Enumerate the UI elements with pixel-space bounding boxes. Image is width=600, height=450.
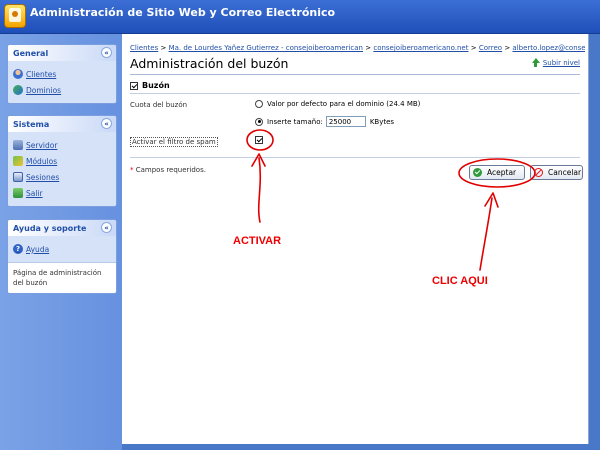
sidebar-item-modulos[interactable]: Módulos	[13, 153, 111, 169]
quota-size-label: Inserte tamaño:	[267, 117, 323, 126]
collapse-icon[interactable]: «	[101, 118, 112, 129]
panel-ayuda: Ayuda y soporte « ? Ayuda Página de admi…	[7, 219, 117, 294]
server-icon	[13, 140, 23, 150]
section-divider	[130, 93, 580, 94]
app-logo-icon	[4, 4, 26, 28]
breadcrumb-link-mailbox[interactable]: alberto.lopez@consejoiberoamericano.net	[512, 44, 585, 52]
quota-label: Cuota del buzón	[130, 101, 188, 109]
spam-filter-label: Activar el filtro de spam	[130, 137, 218, 147]
sidebar-item-servidor[interactable]: Servidor	[13, 137, 111, 153]
user-icon	[13, 69, 23, 79]
sidebar-item-sesiones[interactable]: Sesiones	[13, 169, 111, 185]
domain-icon	[13, 85, 23, 95]
up-level-link[interactable]: Subir nivel	[531, 58, 580, 67]
panel-general: General « Clientes Dominios	[7, 44, 117, 104]
help-description: Página de administración del buzón	[8, 262, 116, 293]
panel-sistema-header[interactable]: Sistema «	[8, 116, 116, 132]
breadcrumb-separator: >	[504, 44, 511, 52]
breadcrumb-link-domain[interactable]: consejoiberoamericano.net	[373, 44, 468, 52]
annotation-clic-aqui: CLIC AQUI	[432, 275, 488, 287]
modules-icon	[13, 156, 23, 166]
required-note-text: Campos requeridos.	[135, 166, 206, 174]
cancel-icon	[534, 168, 543, 177]
quota-default-radio[interactable]	[255, 100, 263, 108]
sidebar-item-ayuda[interactable]: ? Ayuda	[13, 241, 111, 257]
sidebar-item-label: Ayuda	[26, 244, 50, 254]
up-arrow-icon	[531, 58, 540, 67]
breadcrumb: Clientes > Ma. de Lourdes Yañez Gutierre…	[130, 44, 585, 52]
quota-size-input[interactable]	[325, 116, 366, 127]
title-bar: Administración de Sitio Web y Correo Ele…	[0, 0, 600, 34]
main-content: Clientes > Ma. de Lourdes Yañez Gutierre…	[122, 34, 589, 444]
quota-default-label: Valor por defecto para el dominio (24.4 …	[267, 100, 421, 108]
breadcrumb-link-clientes[interactable]: Clientes	[130, 44, 158, 52]
spam-filter-checkbox[interactable]	[255, 136, 263, 144]
accept-button[interactable]: Aceptar	[469, 165, 525, 180]
panel-general-title: General	[13, 49, 49, 58]
sessions-icon	[13, 172, 23, 182]
page-title: Administración del buzón	[130, 56, 289, 71]
cancel-label: Cancelar	[548, 168, 582, 177]
sidebar-item-label: Módulos	[26, 156, 58, 166]
quota-size-radio[interactable]	[255, 117, 263, 126]
sidebar-item-label: Clientes	[26, 69, 57, 79]
sidebar-item-salir[interactable]: Salir	[13, 185, 111, 201]
sidebar-item-dominios[interactable]: Dominios	[13, 82, 111, 98]
breadcrumb-link-client[interactable]: Ma. de Lourdes Yañez Gutierrez - consejo…	[169, 44, 363, 52]
breadcrumb-separator: >	[160, 44, 167, 52]
panel-ayuda-header[interactable]: Ayuda y soporte «	[8, 220, 116, 236]
footer-strip	[122, 444, 600, 450]
exit-icon	[13, 188, 23, 198]
sidebar-item-label: Salir	[26, 188, 43, 198]
collapse-icon[interactable]: «	[101, 47, 112, 58]
mailbox-section-label: Buzón	[142, 81, 170, 90]
mailbox-section-header: Buzón	[130, 81, 170, 90]
quota-option-size[interactable]: Inserte tamaño: KBytes	[255, 116, 394, 127]
up-level-label: Subir nivel	[542, 58, 580, 67]
panel-sistema: Sistema « Servidor Módulos Sesiones Sali…	[7, 115, 117, 207]
left-sidebar: General « Clientes Dominios Sistema « Se…	[0, 34, 122, 450]
collapse-icon[interactable]: «	[101, 222, 112, 233]
sidebar-item-label: Dominios	[26, 85, 62, 95]
panel-sistema-title: Sistema	[13, 120, 50, 129]
sidebar-item-label: Sesiones	[26, 172, 60, 182]
quota-option-default[interactable]: Valor por defecto para el dominio (24.4 …	[255, 100, 420, 108]
app-title: Administración de Sitio Web y Correo Ele…	[30, 6, 336, 19]
cancel-button[interactable]: Cancelar	[530, 165, 583, 180]
title-divider	[130, 74, 580, 75]
breadcrumb-separator: >	[365, 44, 372, 52]
panel-ayuda-title: Ayuda y soporte	[13, 224, 87, 233]
annotation-activar: ACTIVAR	[233, 235, 282, 247]
check-icon	[473, 168, 482, 177]
breadcrumb-link-correo[interactable]: Correo	[479, 44, 502, 52]
sidebar-item-label: Servidor	[26, 140, 58, 150]
required-note: * Campos requeridos.	[130, 166, 206, 174]
form-divider	[130, 157, 580, 158]
help-icon: ?	[13, 244, 23, 254]
quota-size-unit: KBytes	[369, 117, 395, 126]
sidebar-item-clientes[interactable]: Clientes	[13, 66, 111, 82]
mailbox-section-checkbox[interactable]	[130, 81, 138, 90]
accept-label: Aceptar	[487, 168, 517, 177]
panel-general-header[interactable]: General «	[8, 45, 116, 61]
breadcrumb-separator: >	[470, 44, 477, 52]
required-star: *	[130, 166, 134, 174]
